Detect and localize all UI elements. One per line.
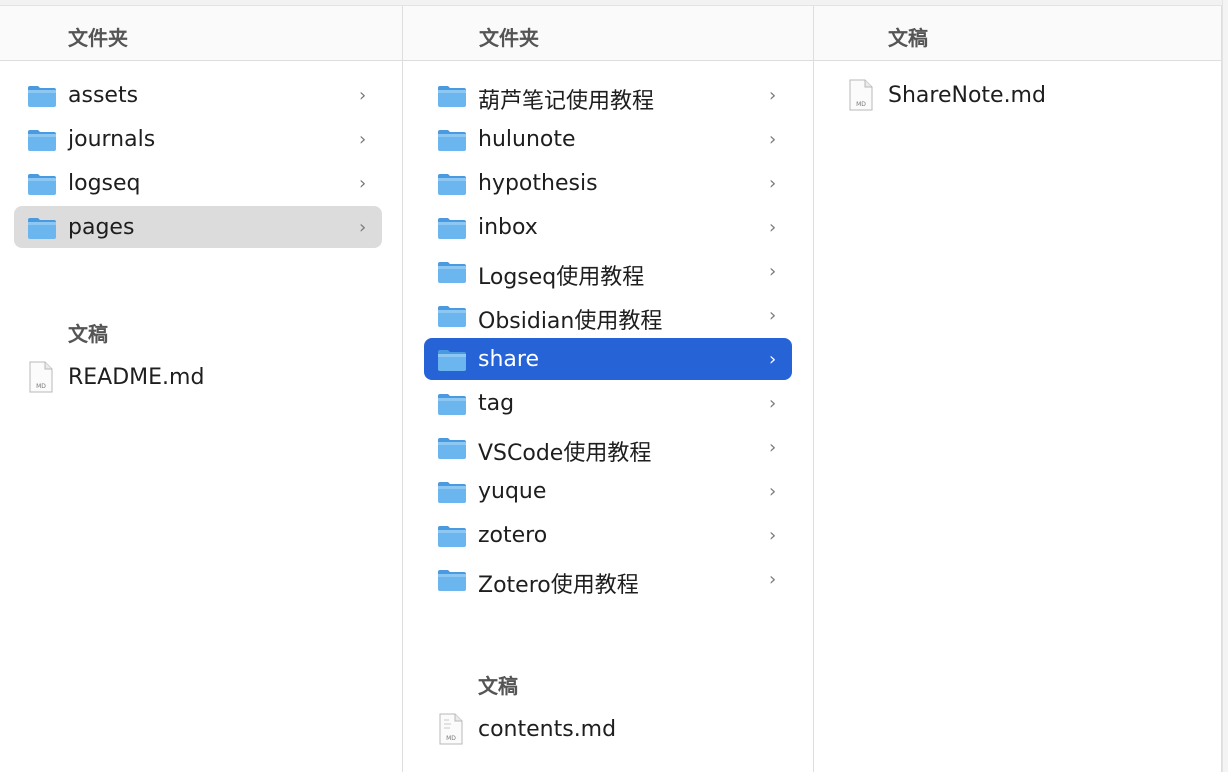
folder-name: tag <box>478 391 515 416</box>
document-badge: MD <box>36 383 46 390</box>
folder-row[interactable]: zotero › <box>424 514 792 556</box>
folder-icon <box>438 130 466 151</box>
folder-icon <box>438 306 466 327</box>
folder-icon <box>438 174 466 195</box>
markdown-document-icon: MD <box>849 79 873 111</box>
folder-name: Zotero使用教程 <box>478 573 639 598</box>
folder-icon <box>28 130 56 151</box>
document-name: ShareNote.md <box>888 83 1046 108</box>
folder-icon <box>28 86 56 107</box>
folder-name: VSCode使用教程 <box>478 441 652 466</box>
chevron-right-icon: › <box>769 129 777 150</box>
folder-icon <box>438 394 466 415</box>
folder-icon <box>438 350 466 371</box>
column-header: 文件夹 <box>0 6 402 61</box>
folder-name: Logseq使用教程 <box>478 265 645 290</box>
document-name: README.md <box>68 365 205 390</box>
folder-name: journals <box>68 127 156 152</box>
folder-row[interactable]: yuque › <box>424 470 792 512</box>
folder-name: assets <box>68 83 139 108</box>
folder-name: share <box>478 347 539 372</box>
folder-icon <box>438 570 466 591</box>
markdown-document-icon: MD <box>29 361 53 393</box>
section-label-documents: 文稿 <box>478 674 518 698</box>
column-header: 文件夹 <box>403 6 813 61</box>
document-name: contents.md <box>478 717 617 742</box>
folder-icon <box>438 218 466 239</box>
folder-row[interactable]: 葫芦笔记使用教程 › <box>424 74 792 116</box>
column-header: 文稿 <box>814 6 1221 61</box>
column-header-label: 文件夹 <box>479 26 539 50</box>
chevron-right-icon: › <box>769 569 777 590</box>
folder-row[interactable]: inbox › <box>424 206 792 248</box>
column-header-label: 文件夹 <box>68 26 128 50</box>
browser-column-1: 文件夹 assets › journals › logseq › pages ›… <box>0 6 403 772</box>
folder-row-assets[interactable]: assets › <box>14 74 382 116</box>
chevron-right-icon: › <box>359 217 367 238</box>
folder-name: logseq <box>68 171 141 196</box>
chevron-right-icon: › <box>769 217 777 238</box>
document-row-readme[interactable]: MD README.md <box>14 356 382 398</box>
folder-row[interactable]: VSCode使用教程 › <box>424 426 792 468</box>
folder-row[interactable]: Logseq使用教程 › <box>424 250 792 292</box>
folder-row-share[interactable]: share › <box>424 338 792 380</box>
folder-icon <box>438 482 466 503</box>
chevron-right-icon: › <box>769 85 777 106</box>
folder-name: inbox <box>478 215 538 240</box>
chevron-right-icon: › <box>359 85 367 106</box>
browser-column-3: 文稿 MD ShareNote.md <box>814 6 1222 772</box>
column-header-label: 文稿 <box>888 26 928 50</box>
chevron-right-icon: › <box>769 261 777 282</box>
folder-row[interactable]: Obsidian使用教程 › <box>424 294 792 336</box>
folder-name: hulunote <box>478 127 576 152</box>
folder-icon <box>438 526 466 547</box>
folder-name: pages <box>68 215 135 240</box>
chevron-right-icon: › <box>769 393 777 414</box>
document-row-sharenote[interactable]: MD ShareNote.md <box>834 74 1202 116</box>
browser-column-2: 文件夹 葫芦笔记使用教程 › hulunote › hypothesis › i… <box>403 6 814 772</box>
document-badge: MD <box>446 735 456 742</box>
window-right-edge <box>1222 0 1228 772</box>
chevron-right-icon: › <box>769 349 777 370</box>
chevron-right-icon: › <box>769 305 777 326</box>
folder-icon <box>438 262 466 283</box>
chevron-right-icon: › <box>769 437 777 458</box>
folder-name: Obsidian使用教程 <box>478 309 663 334</box>
folder-name: yuque <box>478 479 547 504</box>
markdown-document-icon: MD <box>439 713 463 745</box>
folder-icon <box>438 86 466 107</box>
folder-row-journals[interactable]: journals › <box>14 118 382 160</box>
chevron-right-icon: › <box>769 481 777 502</box>
chevron-right-icon: › <box>769 525 777 546</box>
chevron-right-icon: › <box>359 129 367 150</box>
folder-row[interactable]: hulunote › <box>424 118 792 160</box>
folder-icon <box>438 438 466 459</box>
document-badge: MD <box>856 101 866 108</box>
folder-row[interactable]: Zotero使用教程 › <box>424 558 792 600</box>
folder-row-logseq[interactable]: logseq › <box>14 162 382 204</box>
folder-name: hypothesis <box>478 171 598 196</box>
folder-icon <box>28 174 56 195</box>
folder-row[interactable]: hypothesis › <box>424 162 792 204</box>
folder-name: 葫芦笔记使用教程 <box>478 89 655 114</box>
chevron-right-icon: › <box>769 173 777 194</box>
document-row-contents[interactable]: MD contents.md <box>424 708 792 750</box>
folder-row-pages[interactable]: pages › <box>14 206 382 248</box>
folder-name: zotero <box>478 523 548 548</box>
folder-icon <box>28 218 56 239</box>
chevron-right-icon: › <box>359 173 367 194</box>
section-label-documents: 文稿 <box>68 322 108 346</box>
folder-row[interactable]: tag › <box>424 382 792 424</box>
